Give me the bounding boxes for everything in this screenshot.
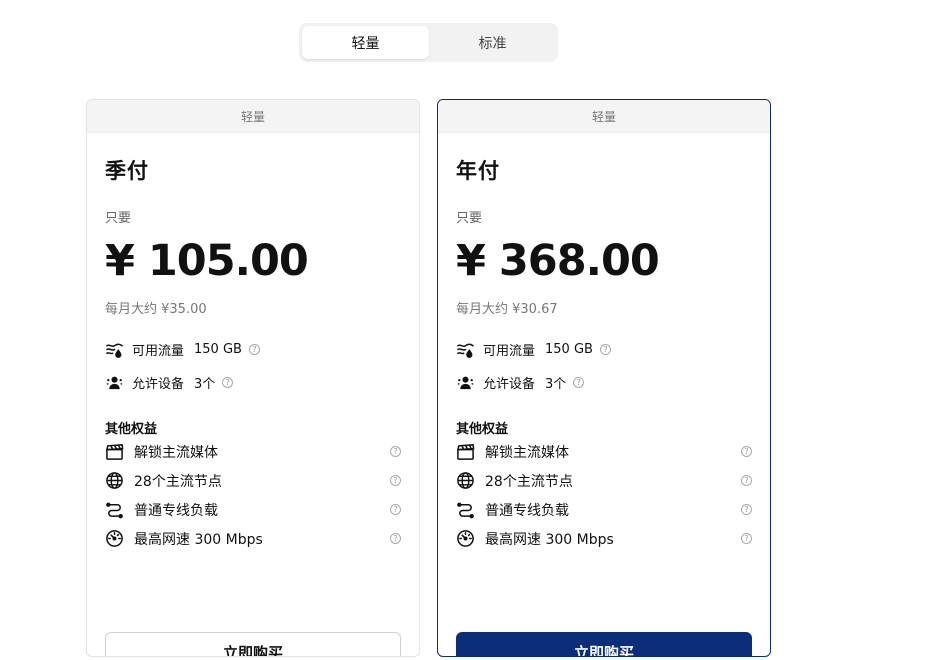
globe-icon xyxy=(106,472,123,489)
help-icon[interactable]: ? xyxy=(390,475,401,486)
traffic-row: 可用流量 150 GB ? xyxy=(456,340,752,359)
clapperboard-icon xyxy=(105,444,124,460)
route-icon xyxy=(457,502,474,519)
benefit-text: 普通专线负载 xyxy=(485,502,569,519)
help-icon[interactable]: ? xyxy=(390,533,401,544)
traffic-icon xyxy=(106,343,123,358)
benefit-text: 最高网速 300 Mbps xyxy=(485,531,614,548)
speedometer-icon xyxy=(457,530,474,547)
users-icon xyxy=(106,376,123,390)
benefit-item: 28个主流节点 ? xyxy=(105,466,401,495)
clapperboard-icon xyxy=(456,444,475,460)
monthly-price: 每月大约 ¥30.67 xyxy=(456,302,558,317)
traffic-label: 可用流量 xyxy=(132,344,185,359)
traffic-value: 150 GB xyxy=(545,342,593,357)
toggle-option-standard[interactable]: 标准 xyxy=(429,26,556,59)
plan-price: ¥ 368.00 xyxy=(456,236,660,286)
benefit-item: 普通专线负载 ? xyxy=(105,495,401,524)
route-icon xyxy=(106,502,123,519)
help-icon[interactable]: ? xyxy=(390,446,401,457)
devices-value: 3个 xyxy=(545,377,567,392)
buy-now-button[interactable]: 立即购买 xyxy=(456,632,752,656)
plan-card-quarterly[interactable]: 轻量 季付 只要 ¥ 105.00 每月大约 ¥35.00 可用流量 150 G… xyxy=(86,99,420,657)
help-icon[interactable]: ? xyxy=(741,533,752,544)
devices-label: 允许设备 xyxy=(483,377,536,392)
benefit-text: 28个主流节点 xyxy=(134,473,222,490)
help-icon[interactable]: ? xyxy=(599,344,611,355)
other-benefits-title: 其他权益 xyxy=(105,422,158,437)
users-icon xyxy=(457,376,474,390)
buy-now-button[interactable]: 立即购买 xyxy=(105,632,401,656)
devices-value: 3个 xyxy=(194,377,216,392)
benefit-text: 最高网速 300 Mbps xyxy=(134,531,263,548)
help-icon[interactable]: ? xyxy=(390,504,401,515)
other-benefits-title: 其他权益 xyxy=(456,422,509,437)
benefit-item: 最高网速 300 Mbps ? xyxy=(456,524,752,553)
benefit-text: 28个主流节点 xyxy=(485,473,573,490)
monthly-price: 每月大约 ¥35.00 xyxy=(105,302,207,317)
plan-card-yearly[interactable]: 轻量 年付 只要 ¥ 368.00 每月大约 ¥30.67 可用流量 150 G… xyxy=(437,99,771,657)
plan-type-toggle: 轻量 标准 xyxy=(299,23,558,62)
traffic-icon xyxy=(457,343,474,358)
toggle-option-light[interactable]: 轻量 xyxy=(302,26,429,59)
plan-price: ¥ 105.00 xyxy=(105,236,309,286)
benefit-text: 普通专线负载 xyxy=(134,502,218,519)
plan-tier-header: 轻量 xyxy=(87,100,419,133)
help-icon[interactable]: ? xyxy=(741,504,752,515)
traffic-value: 150 GB xyxy=(194,342,242,357)
benefit-item: 28个主流节点 ? xyxy=(456,466,752,495)
benefit-text: 解锁主流媒体 xyxy=(485,444,569,461)
help-icon[interactable]: ? xyxy=(248,344,260,355)
help-icon[interactable]: ? xyxy=(741,475,752,486)
only-label: 只要 xyxy=(105,211,132,226)
devices-label: 允许设备 xyxy=(132,377,185,392)
traffic-label: 可用流量 xyxy=(483,344,536,359)
help-icon[interactable]: ? xyxy=(741,446,752,457)
benefit-item: 解锁主流媒体 ? xyxy=(105,437,401,466)
speedometer-icon xyxy=(106,530,123,547)
benefit-item: 普通专线负载 ? xyxy=(456,495,752,524)
help-icon[interactable]: ? xyxy=(222,377,234,388)
plan-tier-header: 轻量 xyxy=(438,100,770,133)
devices-row: 允许设备 3个 ? xyxy=(456,373,752,392)
benefit-text: 解锁主流媒体 xyxy=(134,444,218,461)
benefit-item: 最高网速 300 Mbps ? xyxy=(105,524,401,553)
plan-name: 季付 xyxy=(105,159,149,183)
traffic-row: 可用流量 150 GB ? xyxy=(105,340,401,359)
help-icon[interactable]: ? xyxy=(573,377,585,388)
only-label: 只要 xyxy=(456,211,483,226)
globe-icon xyxy=(457,472,474,489)
plan-name: 年付 xyxy=(456,159,500,183)
benefit-item: 解锁主流媒体 ? xyxy=(456,437,752,466)
devices-row: 允许设备 3个 ? xyxy=(105,373,401,392)
